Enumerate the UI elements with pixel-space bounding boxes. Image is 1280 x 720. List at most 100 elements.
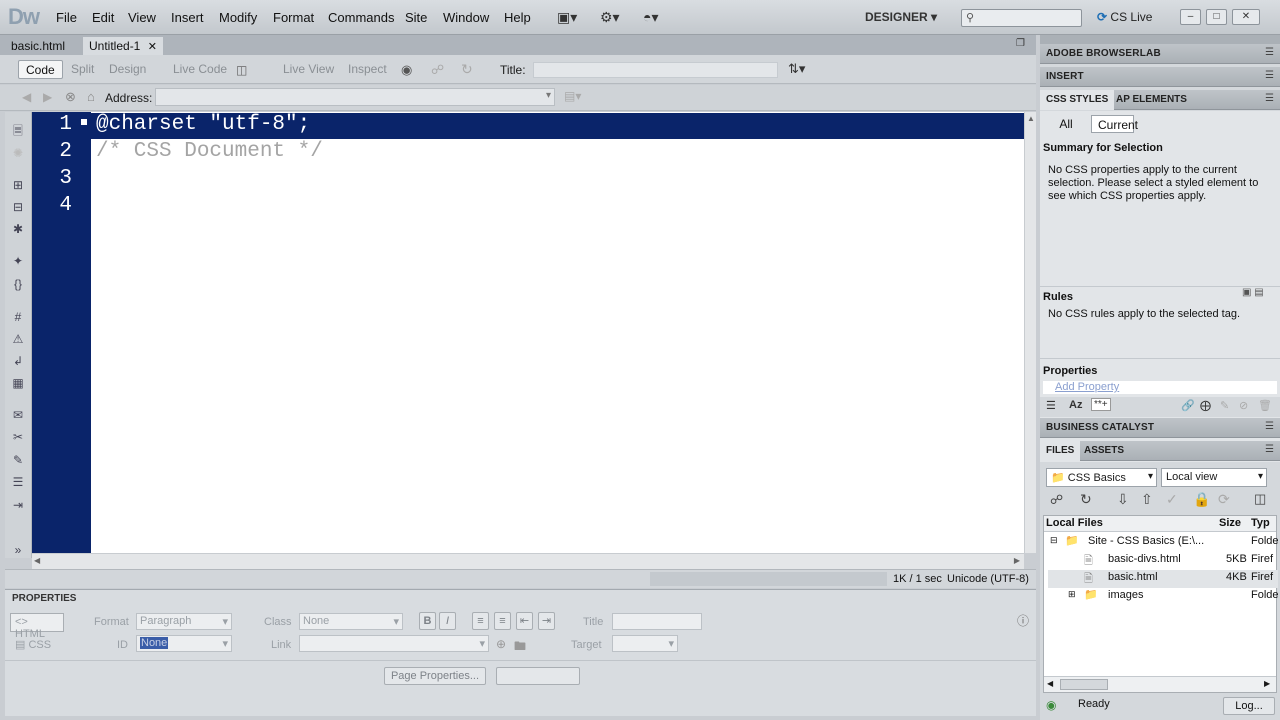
collapse-marker-icon[interactable] — [80, 118, 88, 126]
recent-snippets-icon[interactable]: ☰ — [11, 475, 25, 489]
current-mode-button[interactable]: Current — [1091, 115, 1138, 133]
more-tools-icon[interactable]: » — [11, 543, 25, 557]
file-row-basic-divs[interactable]: 🗎 basic-divs.html 5KB Firef — [1048, 552, 1278, 570]
unordered-list-icon[interactable]: ≡ — [472, 612, 489, 630]
scroll-thumb[interactable] — [1060, 679, 1108, 690]
put-files-icon[interactable]: ⇧ — [1141, 491, 1153, 508]
menu-file[interactable]: File — [56, 10, 77, 25]
indent-icon[interactable]: ⇥ — [11, 498, 25, 512]
column-local-files[interactable]: Local Files — [1046, 517, 1103, 529]
column-type[interactable]: Typ — [1251, 517, 1270, 529]
site-manager-icon[interactable]: ◓▾ — [643, 9, 658, 26]
menu-help[interactable]: Help — [504, 10, 531, 25]
search-input[interactable]: ⚲ — [961, 9, 1082, 27]
close-icon[interactable]: ✕ — [148, 41, 157, 53]
horizontal-scrollbar[interactable]: ◀ ▶ — [32, 553, 1024, 569]
refresh-icon[interactable]: ↻ — [461, 61, 473, 78]
chevron-down-icon[interactable]: ▾ — [546, 90, 551, 101]
back-icon[interactable]: ◀ — [22, 90, 31, 104]
layout-icon[interactable]: ▣▾ — [557, 9, 577, 26]
all-mode-button[interactable]: All — [1048, 115, 1084, 133]
tab-assets[interactable]: ASSETS — [1078, 441, 1130, 461]
format-select[interactable]: Paragraph ▾ — [136, 613, 232, 630]
site-select[interactable]: 📁 CSS Basics ▾ — [1046, 468, 1157, 487]
home-icon[interactable]: ⌂ — [87, 89, 95, 104]
design-view-button[interactable]: Design — [102, 60, 153, 79]
tab-ap-elements[interactable]: AP ELEMENTS — [1110, 90, 1193, 110]
get-files-icon[interactable]: ⇩ — [1117, 491, 1129, 508]
scroll-left-icon[interactable]: ◀ — [34, 556, 40, 565]
menu-window[interactable]: Window — [443, 10, 489, 25]
panel-options-icon[interactable]: ☰ — [1265, 47, 1274, 58]
scroll-up-icon[interactable]: ▲ — [1027, 114, 1035, 123]
collapse-icon[interactable]: ⊟ — [1050, 535, 1058, 546]
view-select[interactable]: Local view ▾ — [1161, 468, 1267, 487]
target-select[interactable]: ▾ — [612, 635, 678, 652]
add-property-link[interactable]: Add Property — [1055, 381, 1119, 393]
tab-css-styles[interactable]: CSS STYLES — [1040, 90, 1115, 110]
attach-stylesheet-icon[interactable]: 🔗 — [1181, 399, 1195, 412]
tab-files[interactable]: FILES — [1040, 441, 1081, 461]
connect-icon[interactable]: ☍ — [1050, 492, 1063, 508]
collapse-full-tag-icon[interactable]: ⊞ — [11, 178, 25, 192]
stop-icon[interactable]: ⊗ — [65, 89, 76, 105]
italic-button[interactable]: I — [439, 612, 456, 630]
browse-options-icon[interactable]: ▤▾ — [564, 89, 581, 103]
bold-button[interactable]: B — [419, 612, 436, 630]
code-line-1[interactable]: @charset "utf-8"; — [96, 113, 310, 136]
menu-site[interactable]: Site — [405, 10, 427, 25]
help-icon[interactable]: ⓘ — [1017, 612, 1029, 629]
file-management-icon[interactable]: ⇅▾ — [788, 61, 805, 77]
show-cascade-icon[interactable]: ▣ ▤ — [1242, 287, 1264, 298]
gear-icon[interactable]: ⚙▾ — [600, 9, 620, 26]
id-select[interactable]: None ▾ — [136, 635, 232, 652]
file-row-images[interactable]: ⊞ 📁 images Folde — [1048, 588, 1279, 606]
menu-modify[interactable]: Modify — [219, 10, 257, 25]
outdent-icon[interactable]: ⇤ — [516, 612, 533, 630]
indent-text-icon[interactable]: ⇥ — [538, 612, 555, 630]
line-numbers-icon[interactable]: # — [11, 310, 25, 324]
expand-icon[interactable]: ⊞ — [1068, 589, 1076, 600]
title-prop-input[interactable] — [612, 613, 702, 630]
log-button[interactable]: Log... — [1223, 697, 1275, 715]
ordered-list-icon[interactable]: ≡ — [494, 612, 511, 630]
set-properties-icon[interactable]: **+ — [1091, 398, 1111, 411]
file-tree-hscroll[interactable]: ◀ ▶ — [1044, 676, 1276, 692]
close-button[interactable]: ✕ — [1232, 9, 1260, 25]
panel-options-icon[interactable]: ☰ — [1265, 93, 1274, 104]
menu-edit[interactable]: Edit — [92, 10, 114, 25]
tab-untitled-1[interactable]: Untitled-1 ✕ — [83, 37, 163, 55]
check-in-icon[interactable]: 🔒 — [1193, 491, 1210, 508]
code-line-2[interactable]: /* CSS Document */ — [96, 140, 323, 163]
expand-panel-icon[interactable]: ◫ — [1254, 491, 1266, 507]
remove-comment-icon[interactable]: ✂ — [11, 430, 25, 444]
collapse-selection-icon[interactable]: ⊟ — [11, 200, 25, 214]
check-out-icon[interactable]: ✓ — [1166, 491, 1178, 508]
synchronize-icon[interactable]: ⟳ — [1218, 491, 1230, 508]
alphabetical-view-icon[interactable]: Az — [1069, 399, 1082, 411]
cs-live-button[interactable]: ⟳ CS Live — [1097, 10, 1152, 24]
list-item-button[interactable] — [496, 667, 580, 685]
highlight-invalid-code-icon[interactable]: ⚠ — [11, 332, 25, 346]
panel-options-icon[interactable]: ☰ — [1265, 444, 1274, 455]
select-parent-tag-icon[interactable]: ✦ — [11, 254, 25, 268]
category-view-icon[interactable]: ☰ — [1046, 399, 1056, 412]
apply-comment-icon[interactable]: ✉ — [11, 408, 25, 422]
browserlab-panel-header[interactable]: ADOBE BROWSERLAB ☰ — [1040, 44, 1280, 64]
scroll-left-icon[interactable]: ◀ — [1047, 679, 1053, 688]
vertical-scrollbar[interactable]: ▲ — [1024, 112, 1036, 553]
address-input[interactable]: ▾ — [155, 88, 555, 106]
panel-options-icon[interactable]: ☰ — [1265, 421, 1274, 432]
syntax-coloring-icon[interactable]: ▦ — [11, 376, 25, 390]
file-row-site[interactable]: ⊟ 📁 Site - CSS Basics (E:\... Folde — [1048, 534, 1279, 552]
html-mode-button[interactable]: <> HTML — [10, 613, 64, 640]
menu-view[interactable]: View — [128, 10, 156, 25]
delete-icon[interactable]: 🗑 — [1258, 399, 1272, 412]
disable-icon[interactable]: ⊘ — [1239, 399, 1248, 412]
workspace-switcher[interactable]: DESIGNER ▾ — [865, 10, 937, 24]
forward-icon[interactable]: ▶ — [43, 90, 52, 104]
page-properties-button[interactable]: Page Properties... — [384, 667, 486, 685]
column-size[interactable]: Size — [1219, 517, 1241, 529]
open-documents-icon[interactable]: 🗏 — [11, 122, 25, 143]
link-input[interactable]: ▾ — [299, 635, 489, 652]
